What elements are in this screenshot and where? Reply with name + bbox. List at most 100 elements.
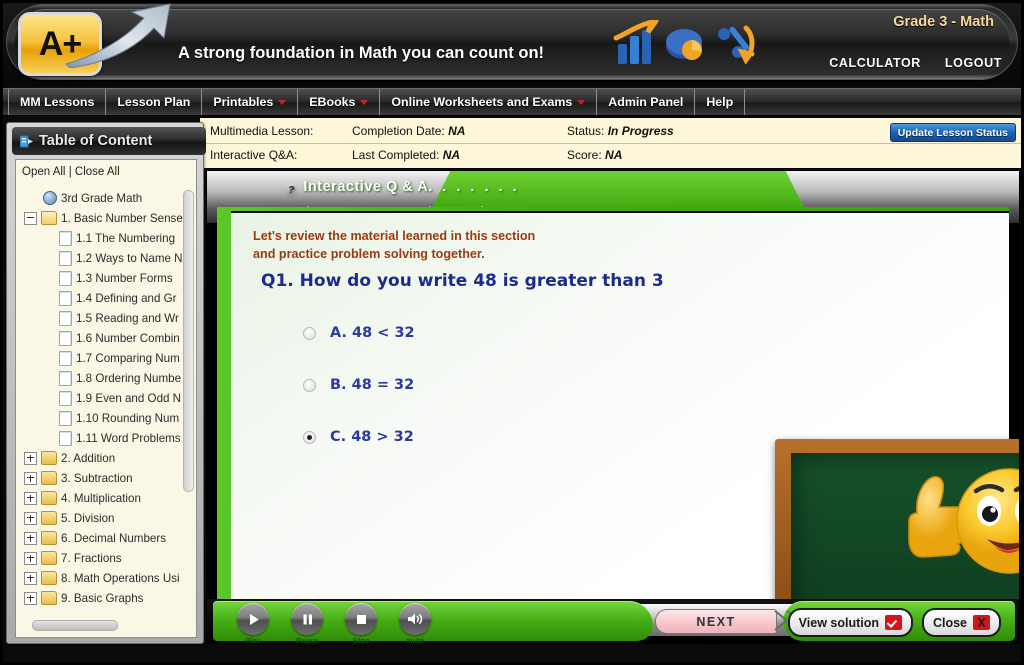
- view-solution-button[interactable]: View solution: [787, 608, 913, 637]
- nav-item-online-worksheets-and-exams[interactable]: Online Worksheets and Exams: [380, 89, 598, 115]
- toc-tree-item-label: 5. Division: [61, 511, 115, 525]
- toc-tree-item[interactable]: 1.11 Word Problems: [20, 428, 196, 448]
- answer-radio-button[interactable]: [303, 326, 316, 340]
- pause-button[interactable]: Pause: [291, 603, 323, 643]
- expand-node-icon[interactable]: [24, 451, 37, 465]
- nav-item-ebooks[interactable]: EBooks: [298, 89, 381, 115]
- toc-tree-item[interactable]: 1.9 Even and Odd N: [20, 388, 196, 408]
- toc-tree-item-label: 1.11 Word Problems: [76, 431, 181, 445]
- toc-tree-item-label: 1.9 Even and Odd N: [76, 391, 182, 405]
- pause-label: Pause: [295, 636, 319, 644]
- nav-item-lesson-plan[interactable]: Lesson Plan: [106, 89, 203, 115]
- application-window: A+ A strong foundation in Math you can c…: [0, 0, 1024, 665]
- answer-option-label: C. 48 > 32: [330, 429, 414, 445]
- toc-tree-item-label: 1.6 Number Combin: [76, 331, 180, 345]
- answer-option[interactable]: A. 48 < 32: [303, 323, 415, 343]
- nav-item-printables[interactable]: Printables: [202, 89, 299, 115]
- nav-item-mm-lessons[interactable]: MM Lessons: [8, 89, 107, 115]
- sidebar-horizontal-scrollbar[interactable]: [32, 620, 118, 631]
- toc-tree-item[interactable]: 1.1 The Numbering: [20, 228, 196, 248]
- toc-tree-item-label: 3rd Grade Math: [61, 191, 143, 205]
- last-completed-field: Last Completed: NA: [352, 148, 460, 162]
- completion-date-value: NA: [448, 124, 466, 138]
- expand-node-icon[interactable]: [24, 551, 37, 565]
- chevron-down-icon: [577, 99, 586, 105]
- close-all-link[interactable]: Close All: [75, 166, 120, 178]
- toc-tree-item[interactable]: 1.8 Ordering Numbe: [20, 368, 196, 388]
- chevron-down-icon: [278, 99, 287, 105]
- folder-icon: [41, 531, 57, 545]
- close-button[interactable]: Close X: [921, 608, 1001, 637]
- grade-badge: Grade 3 - Math: [893, 14, 994, 30]
- toc-expand-links: Open All | Close All: [22, 166, 120, 178]
- toc-tree-item-label: 1.10 Rounding Num: [76, 411, 180, 425]
- expand-node-icon[interactable]: [24, 531, 37, 545]
- toc-tree-item[interactable]: 3rd Grade Math: [20, 188, 196, 208]
- toc-tree-item[interactable]: 4. Multiplication: [20, 488, 196, 508]
- toc-tree-item[interactable]: 1.4 Defining and Gr: [20, 288, 196, 308]
- document-icon: [59, 390, 72, 406]
- expand-node-icon[interactable]: [24, 471, 37, 485]
- toc-tree-item[interactable]: 6. Decimal Numbers: [20, 528, 196, 548]
- answer-radio-button[interactable]: [303, 430, 316, 444]
- toc-tree-item-label: 1.1 The Numbering: [76, 231, 176, 245]
- pie-chart-icon: [666, 29, 702, 60]
- nav-item-label: MM Lessons: [20, 95, 95, 109]
- thumbs-up-smiley-icon: [908, 468, 1019, 574]
- toc-tree-item[interactable]: 1.7 Comparing Num: [20, 348, 196, 368]
- interactive-qa-label: Interactive Q&A:: [210, 148, 298, 162]
- document-icon: [59, 370, 72, 386]
- completion-date-field: Completion Date: NA: [352, 124, 465, 138]
- toc-tree-item[interactable]: 1.6 Number Combin: [20, 328, 196, 348]
- play-icon: [249, 613, 259, 625]
- answer-option-label: A. 48 < 32: [330, 325, 415, 341]
- expand-node-icon[interactable]: [24, 491, 37, 505]
- open-all-link[interactable]: Open All: [22, 166, 65, 178]
- toc-tree-item[interactable]: 1.3 Number Forms: [20, 268, 196, 288]
- document-icon: [59, 290, 72, 306]
- mute-button[interactable]: mute: [399, 603, 431, 643]
- toc-tree-item[interactable]: 5. Division: [20, 508, 196, 528]
- nav-item-help[interactable]: Help: [695, 89, 746, 115]
- toc-tree-item[interactable]: 7. Fractions: [20, 548, 196, 568]
- chevron-down-icon: [360, 99, 369, 105]
- toc-tree-item[interactable]: 2. Addition: [20, 448, 196, 468]
- nav-item-admin-panel[interactable]: Admin Panel: [597, 89, 696, 115]
- toc-tree-item-label: 1. Basic Number Sense: [61, 211, 183, 225]
- stop-button[interactable]: Stop: [345, 603, 377, 643]
- answer-option[interactable]: C. 48 > 32: [303, 427, 415, 447]
- nav-item-label: Admin Panel: [608, 95, 684, 109]
- toc-tree-item[interactable]: 1.10 Rounding Num: [20, 408, 196, 428]
- document-icon: [59, 350, 72, 366]
- update-lesson-status-button[interactable]: Update Lesson Status: [889, 123, 1016, 142]
- expand-node-icon[interactable]: [24, 591, 37, 605]
- calculator-link[interactable]: CALCULATOR: [829, 56, 921, 70]
- aplus-logo[interactable]: A+: [18, 12, 102, 76]
- logout-link[interactable]: LOGOUT: [945, 56, 1002, 70]
- pause-icon: [303, 614, 312, 624]
- toc-tree-item[interactable]: 1. Basic Number Sense: [20, 208, 196, 228]
- header-chart-icons: [613, 20, 755, 65]
- answer-option[interactable]: B. 48 = 32: [303, 375, 415, 395]
- toc-tree-item[interactable]: 9. Basic Graphs: [20, 588, 196, 608]
- sidebar-vertical-scrollbar[interactable]: [183, 190, 194, 492]
- answer-radio-button[interactable]: [303, 378, 316, 392]
- toc-tree-item[interactable]: 1.5 Reading and Wr: [20, 308, 196, 328]
- toc-tree-item-label: 1.8 Ordering Numbe: [76, 371, 182, 385]
- answer-option-label: B. 48 = 32: [330, 377, 415, 393]
- collapse-node-icon[interactable]: [24, 211, 37, 225]
- toc-tree-item[interactable]: 1.2 Ways to Name N: [20, 248, 196, 268]
- check-icon: [885, 615, 902, 630]
- play-button[interactable]: Play: [237, 603, 269, 643]
- expand-node-icon[interactable]: [24, 511, 37, 525]
- last-completed-label: Last Completed:: [352, 148, 440, 162]
- toc-tree-item-label: 1.2 Ways to Name N: [76, 251, 183, 265]
- toc-tree-item[interactable]: 8. Math Operations Usi: [20, 568, 196, 588]
- next-button[interactable]: NEXT: [655, 609, 777, 634]
- next-label: NEXT: [696, 614, 736, 629]
- multimedia-lesson-label: Multimedia Lesson:: [210, 124, 314, 138]
- expand-node-icon[interactable]: [24, 571, 37, 585]
- document-icon: [59, 250, 72, 266]
- document-icon: [59, 230, 72, 246]
- toc-tree-item[interactable]: 3. Subtraction: [20, 468, 196, 488]
